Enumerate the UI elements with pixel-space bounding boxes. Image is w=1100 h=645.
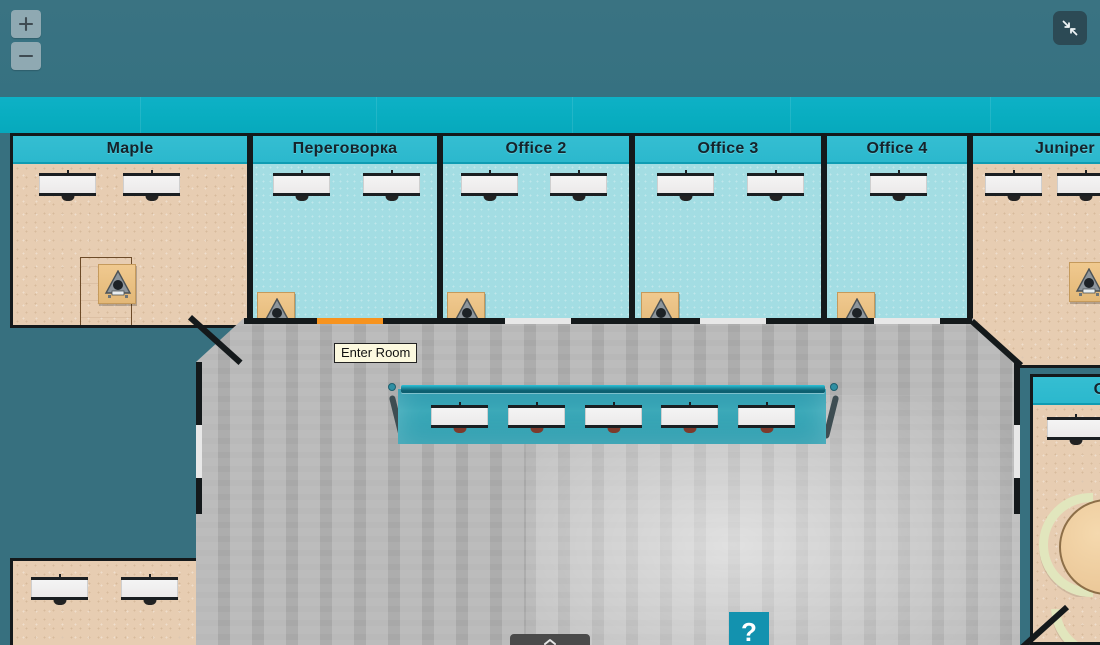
desk-object[interactable] xyxy=(121,574,178,605)
chevron-up-icon xyxy=(544,639,556,645)
room-floor-office-2 xyxy=(443,164,629,325)
desk-object[interactable] xyxy=(661,402,718,433)
lobby-floor[interactable] xyxy=(196,318,1020,645)
collapse-arrows-icon xyxy=(1062,20,1078,36)
minus-icon xyxy=(18,54,34,58)
desk-object[interactable] xyxy=(273,170,330,201)
avatar-icon xyxy=(1075,268,1100,296)
desk-object[interactable] xyxy=(870,170,927,201)
avatar-icon xyxy=(104,270,132,298)
zoom-in-button[interactable] xyxy=(11,10,41,38)
zoom-out-button[interactable] xyxy=(11,42,41,70)
lobby-tile-pattern xyxy=(196,318,1020,645)
enter-room-tooltip: Enter Room xyxy=(334,343,418,363)
room-maple[interactable]: Maple xyxy=(10,133,250,328)
door-office-2[interactable] xyxy=(505,318,571,324)
room-peregovorka[interactable]: Переговорка xyxy=(250,133,440,328)
desk-object[interactable] xyxy=(31,574,88,605)
office-floor-map: Maple Переговорка Office 2 Office 3 Offi… xyxy=(0,133,1100,645)
door-left-corridor[interactable] xyxy=(196,425,202,478)
desk-object[interactable] xyxy=(363,170,420,201)
door-office-4[interactable] xyxy=(874,318,940,324)
door-peregovorka-open[interactable] xyxy=(317,318,383,324)
desk-object[interactable] xyxy=(550,170,607,201)
desk-object[interactable] xyxy=(738,402,795,433)
top-teal-band xyxy=(0,97,1100,133)
table-rail xyxy=(401,385,825,393)
room-floor-maple xyxy=(13,164,247,325)
floor-map-app: Maple Переговорка Office 2 Office 3 Offi… xyxy=(0,0,1100,645)
collapse-fullscreen-button[interactable] xyxy=(1053,11,1087,45)
room-office-2[interactable]: Office 2 xyxy=(440,133,632,328)
long-conference-table[interactable] xyxy=(388,383,840,447)
room-office-4[interactable]: Office 4 xyxy=(824,133,970,328)
avatar-tile[interactable] xyxy=(98,264,136,304)
door-office-3[interactable] xyxy=(700,318,766,324)
room-label-office-3: Office 3 xyxy=(635,136,821,164)
desk-object[interactable] xyxy=(431,402,488,433)
desk-object[interactable] xyxy=(461,170,518,201)
door-right-corridor[interactable] xyxy=(1014,425,1020,478)
room-label-peregovorka: Переговорка xyxy=(253,136,437,164)
room-label-office-4: Office 4 xyxy=(827,136,967,164)
table-knob-left xyxy=(388,383,396,391)
desk-object[interactable] xyxy=(985,170,1042,201)
room-label-office-2: Office 2 xyxy=(443,136,629,164)
room-label-right-edge: O xyxy=(1033,377,1100,405)
room-floor-office-4 xyxy=(827,164,967,325)
room-label-juniper: Juniper xyxy=(973,136,1100,164)
avatar-tile[interactable] xyxy=(1069,262,1100,302)
help-button[interactable]: ? xyxy=(729,612,769,645)
desk-object[interactable] xyxy=(508,402,565,433)
zoom-controls xyxy=(11,10,41,74)
desk-object[interactable] xyxy=(747,170,804,201)
plus-icon xyxy=(18,16,34,32)
room-floor-peregovorka xyxy=(253,164,437,325)
desk-object[interactable] xyxy=(123,170,180,201)
room-floor-office-3 xyxy=(635,164,821,325)
desk-object[interactable] xyxy=(1047,414,1100,445)
door-office-4-right[interactable] xyxy=(984,481,990,521)
desk-object[interactable] xyxy=(39,170,96,201)
desk-object[interactable] xyxy=(585,402,642,433)
table-knob-right xyxy=(830,383,838,391)
desk-object[interactable] xyxy=(1057,170,1100,201)
room-office-3[interactable]: Office 3 xyxy=(632,133,824,328)
bottom-panel-toggle[interactable] xyxy=(510,634,590,645)
desk-object[interactable] xyxy=(657,170,714,201)
top-sky-background xyxy=(0,0,1100,97)
room-label-maple: Maple xyxy=(13,136,247,164)
